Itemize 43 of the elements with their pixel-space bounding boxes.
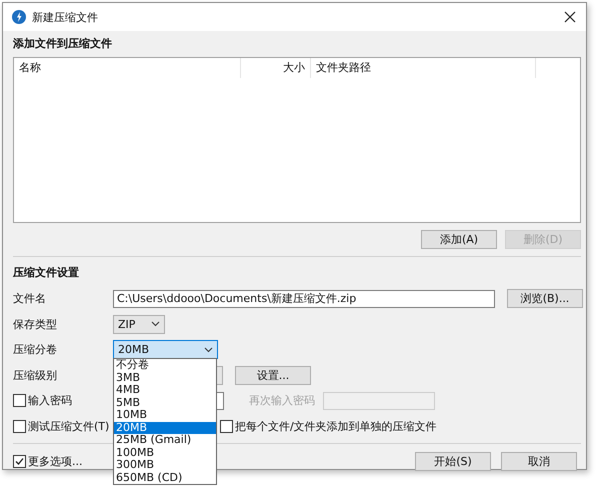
field-label: 压缩分卷 — [13, 342, 58, 358]
checkbox-label: 输入密码 — [28, 393, 72, 408]
column-header[interactable]: 大小 — [241, 58, 311, 78]
filename-field[interactable]: C:\Users\ddooo\Documents\新建压缩文件.zip — [113, 290, 495, 308]
checkbox-label: 更多选项... — [28, 454, 82, 468]
column-header[interactable]: 文件夹路径 — [311, 58, 536, 78]
checkbox-label: 把每个文件/文件夹添加到单独的压缩文件 — [235, 418, 437, 434]
checkbox[interactable] — [220, 420, 233, 433]
field-label: 保存类型 — [13, 316, 58, 332]
field-label: 压缩级别 — [13, 368, 58, 383]
column-header[interactable]: 名称 — [14, 58, 241, 78]
dropdown-option[interactable]: 100MB — [114, 446, 216, 460]
split-dropdown[interactable]: 20MB — [113, 340, 218, 360]
section-heading: 添加文件到压缩文件 — [13, 36, 113, 52]
dialog-button[interactable]: 添加(A) — [421, 230, 497, 249]
field-label: 再次输入密码 — [249, 393, 315, 408]
close-icon[interactable] — [564, 11, 576, 23]
chevron-icon — [204, 346, 213, 353]
dropdown-option[interactable]: 3MB — [114, 372, 216, 384]
dropdown-option[interactable]: 20MB — [114, 422, 216, 434]
dropdown-option[interactable]: 10MB — [114, 409, 216, 422]
dropdown-option[interactable]: 300MB — [114, 459, 216, 472]
save-type-dropdown[interactable]: ZIP — [113, 314, 165, 334]
checkbox-label: 测试压缩文件(T) — [28, 418, 110, 434]
checkbox[interactable] — [13, 420, 26, 433]
dropdown-option[interactable]: 4MB — [114, 384, 216, 397]
checkbox[interactable] — [13, 394, 26, 408]
settings-button[interactable]: 设置... — [235, 366, 311, 385]
browse-button[interactable]: 浏览(B)... — [507, 289, 583, 308]
section-heading: 压缩文件设置 — [13, 265, 80, 281]
app-icon — [12, 10, 26, 24]
checkbox[interactable] — [13, 454, 26, 468]
chevron-icon — [151, 321, 160, 328]
dialog-button[interactable]: 开始(S) — [415, 452, 491, 470]
file-list[interactable]: 名称 大小 文件夹路径 — [13, 57, 581, 223]
dropdown-option[interactable]: 5MB — [114, 396, 216, 410]
window-title: 新建压缩文件 — [32, 10, 98, 24]
dropdown-option[interactable]: 25MB (Gmail) — [114, 434, 216, 447]
confirm-password-field[interactable] — [323, 392, 435, 410]
dropdown-option[interactable]: 650MB (CD) — [114, 472, 216, 484]
dialog-button[interactable]: 取消 — [501, 452, 577, 470]
field-label: 文件名 — [13, 291, 47, 306]
dropdown-option[interactable]: 不分卷 — [114, 359, 216, 372]
